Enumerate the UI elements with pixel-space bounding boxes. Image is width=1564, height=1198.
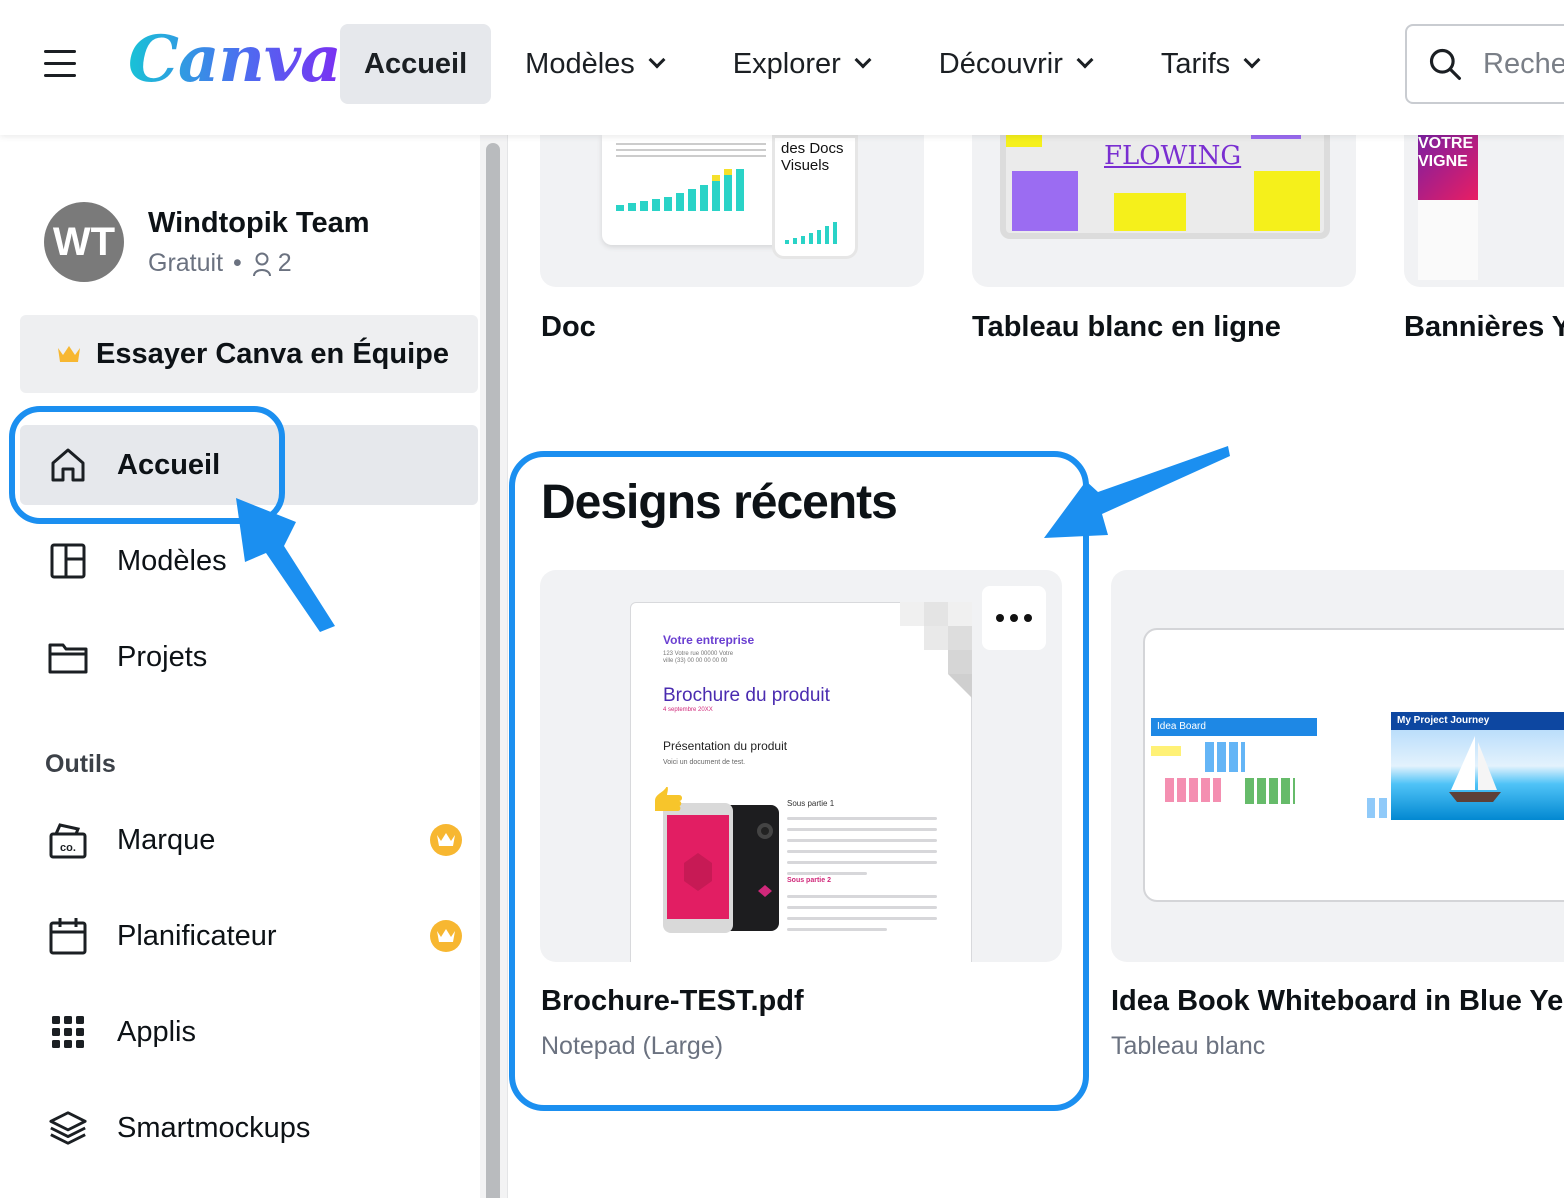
template-label-banner[interactable]: Bannières Y <box>1404 311 1564 344</box>
team-name[interactable]: Windtopik Team <box>148 207 370 240</box>
nav-decouvrir[interactable]: Découvrir <box>915 24 1115 104</box>
template-label-doc[interactable]: Doc <box>541 311 596 344</box>
sailboat-icon <box>1449 736 1501 802</box>
brochure-thumbnail: Votre entreprise 123 Votre rue 00000 Vot… <box>630 602 972 962</box>
banner-preview: VOTRE VIGNE <box>1418 135 1478 200</box>
design-title-brochure[interactable]: Brochure-TEST.pdf <box>541 985 804 1018</box>
design-title-idea-book[interactable]: Idea Book Whiteboard in Blue Yell <box>1111 985 1564 1018</box>
person-icon <box>252 252 271 276</box>
member-count: 2 <box>277 249 292 277</box>
main-nav: Accueil Modèles Explorer Découvrir Tarif… <box>340 24 1304 104</box>
nav-modeles[interactable]: Modèles <box>501 24 687 104</box>
doc-preview-phone: des Docs Visuels <box>772 135 858 259</box>
premium-crown-icon <box>430 824 462 856</box>
whiteboard-preview: FLOWING <box>1000 135 1330 239</box>
search-icon <box>1429 48 1461 80</box>
sidebar-item-projets[interactable]: Projets <box>20 617 478 697</box>
sidebar: WT Windtopik Team Gratuit • 2 Essayer Ca… <box>0 135 480 1198</box>
sidebar-item-marque[interactable]: co. Marque <box>20 800 478 880</box>
design-subtitle-brochure: Notepad (Large) <box>541 1032 724 1060</box>
phones-illustration <box>655 787 779 933</box>
sidebar-item-applis[interactable]: Applis <box>20 992 478 1072</box>
nav-accueil[interactable]: Accueil <box>340 24 492 104</box>
template-card-doc[interactable]: des Docs Visuels <box>540 135 924 287</box>
design-card-brochure[interactable]: Votre entreprise 123 Votre rue 00000 Vot… <box>540 570 1062 962</box>
sidebar-item-accueil[interactable]: Accueil <box>20 425 478 505</box>
brand-kit-icon: co. <box>48 820 88 860</box>
sidebar-scrollbar[interactable] <box>480 135 508 1198</box>
avatar[interactable]: WT <box>44 202 124 282</box>
recent-designs-title: Designs récents <box>541 476 898 529</box>
team-plan: Gratuit • 2 <box>148 249 292 278</box>
nav-tarifs[interactable]: Tarifs <box>1137 24 1282 104</box>
menu-icon[interactable] <box>44 50 76 78</box>
tools-section-label: Outils <box>45 750 116 778</box>
idea-book-thumbnail: Idea Board My Project Journey <box>1143 628 1564 902</box>
plan-label: Gratuit <box>148 249 224 277</box>
main-content: des Docs Visuels Doc FLOWING Tableau bla… <box>508 135 1564 1198</box>
home-icon <box>48 445 88 485</box>
folder-icon <box>48 637 88 677</box>
sidebar-item-modeles[interactable]: Modèles <box>20 521 478 601</box>
sidebar-item-planificateur[interactable]: Planificateur <box>20 896 478 976</box>
search-input[interactable] <box>1483 47 1564 81</box>
bar-chart-thumbnail <box>616 169 744 211</box>
chevron-down-icon <box>648 51 666 69</box>
template-card-whiteboard[interactable]: FLOWING <box>972 135 1356 287</box>
crown-icon <box>58 346 80 362</box>
nav-explorer[interactable]: Explorer <box>709 24 893 104</box>
page-fold-decoration <box>900 602 972 698</box>
scrollbar-thumb[interactable] <box>486 143 500 1198</box>
premium-crown-icon <box>430 920 462 952</box>
design-subtitle-idea-book: Tableau blanc <box>1111 1032 1266 1060</box>
layout-icon <box>48 541 88 581</box>
layers-icon <box>48 1108 88 1148</box>
chevron-down-icon <box>854 51 872 69</box>
apps-grid-icon <box>48 1012 88 1052</box>
top-bar: Canva Accueil Modèles Explorer Découvrir… <box>0 0 1564 135</box>
try-team-button[interactable]: Essayer Canva en Équipe <box>20 315 478 393</box>
more-options-button[interactable] <box>982 586 1046 650</box>
separator-dot: • <box>233 249 242 277</box>
sidebar-item-smartmockups[interactable]: Smartmockups <box>20 1088 478 1168</box>
calendar-icon <box>48 916 88 956</box>
template-card-banner[interactable]: VOTRE VIGNE <box>1404 135 1564 287</box>
chevron-down-icon <box>1076 51 1094 69</box>
design-card-idea-book[interactable]: Idea Board My Project Journey <box>1111 570 1564 962</box>
canva-logo[interactable]: Canva <box>128 22 342 97</box>
template-label-whiteboard[interactable]: Tableau blanc en ligne <box>972 311 1281 344</box>
svg-text:co.: co. <box>60 842 76 854</box>
chevron-down-icon <box>1243 51 1261 69</box>
search-box[interactable] <box>1405 24 1564 104</box>
doc-preview-page <box>602 135 786 245</box>
